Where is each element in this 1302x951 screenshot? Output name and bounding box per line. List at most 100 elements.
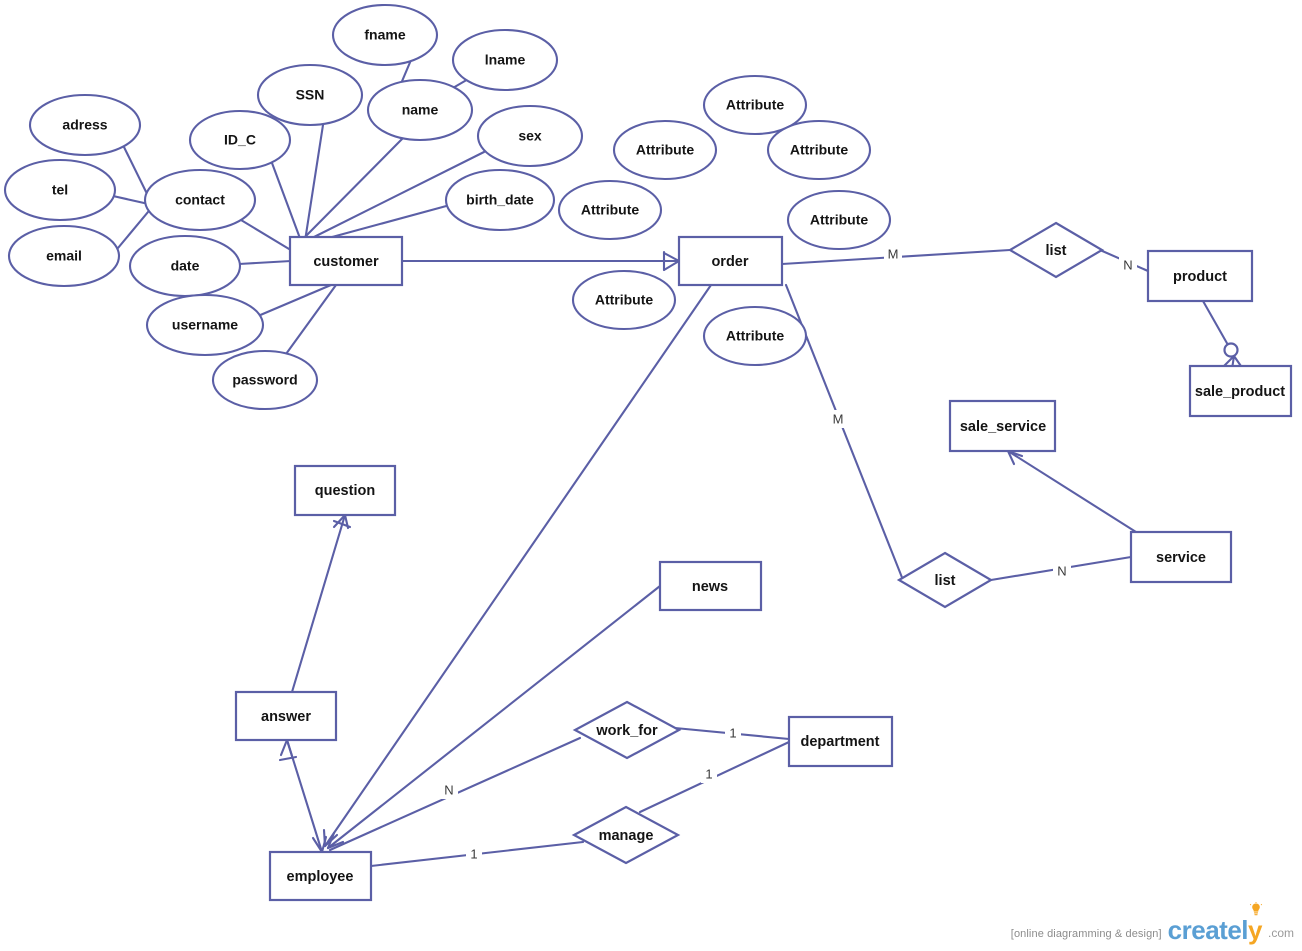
entity-order[interactable]: order <box>677 235 784 287</box>
er-diagram-svg: fname lname SSN name sex ID_C adress tel… <box>3 3 1293 902</box>
entity-label: sale_product <box>1195 384 1285 400</box>
attribute-label: Attribute <box>636 142 695 158</box>
entity-label: service <box>1156 550 1206 566</box>
attribute-generic-7[interactable]: Attribute <box>702 305 808 367</box>
attribute-label: fname <box>364 27 405 43</box>
attribute-label: Attribute <box>581 202 640 218</box>
attribute-label: lname <box>485 52 526 68</box>
cardinality-label: N <box>1057 563 1066 578</box>
cardinality-label: 1 <box>470 846 477 861</box>
lightbulb-icon <box>1249 902 1263 916</box>
edge-layer <box>111 58 1245 868</box>
attribute-generic-1[interactable]: Attribute <box>557 179 663 241</box>
attribute-label: Attribute <box>595 292 654 308</box>
entity-product[interactable]: product <box>1146 249 1254 303</box>
attribute-ssn[interactable]: SSN <box>256 63 364 127</box>
edge-product-saleproduct[interactable] <box>1201 299 1230 347</box>
relationship-label: work_for <box>595 723 658 739</box>
relationship-list-service[interactable]: list <box>896 551 994 609</box>
entity-service[interactable]: service <box>1129 530 1233 584</box>
cardinality-label: N <box>444 782 453 797</box>
relationship-list-product[interactable]: list <box>1007 221 1105 279</box>
creately-watermark: [online diagramming & design] creately .… <box>1011 902 1294 945</box>
attribute-generic-2[interactable]: Attribute <box>612 119 718 181</box>
entity-sale-service[interactable]: sale_service <box>948 399 1057 453</box>
edge-contact-customer[interactable] <box>239 218 296 254</box>
entity-question[interactable]: question <box>293 464 397 517</box>
edge-email-junction[interactable] <box>116 204 155 250</box>
cardinality-label: M <box>888 246 899 261</box>
entity-label: question <box>315 483 375 499</box>
relationship-work-for[interactable]: work_for <box>572 700 682 760</box>
cardinality-employee-manage: 1 <box>466 845 482 863</box>
watermark-brand-part2: y <box>1248 915 1262 945</box>
attribute-password[interactable]: password <box>211 349 319 411</box>
cardinality-order-list-service: M <box>829 410 847 428</box>
cardinality-list-product-n: N <box>1119 256 1137 274</box>
attribute-label: tel <box>52 182 68 198</box>
attribute-label: date <box>171 258 200 274</box>
attribute-label: contact <box>175 192 225 208</box>
entity-employee[interactable]: employee <box>268 850 373 902</box>
edge-date-customer[interactable] <box>237 259 293 266</box>
watermark-brand: creately <box>1167 902 1262 945</box>
entity-label: news <box>692 579 728 595</box>
zero-or-many-circle-icon <box>1223 342 1239 358</box>
entity-answer[interactable]: answer <box>234 690 338 742</box>
attribute-label: email <box>46 248 82 264</box>
watermark-brand-part1: createl <box>1167 915 1249 945</box>
cardinality-manage-department: 1 <box>701 765 717 783</box>
watermark-suffix: .com <box>1267 926 1294 940</box>
relationship-label: list <box>935 573 956 589</box>
attribute-generic-6[interactable]: Attribute <box>571 269 677 331</box>
attribute-tel[interactable]: tel <box>3 158 117 222</box>
relationship-label: list <box>1046 243 1067 259</box>
attribute-fname[interactable]: fname <box>331 3 439 67</box>
attribute-generic-5[interactable]: Attribute <box>786 189 892 251</box>
edge-question-answer[interactable] <box>290 513 347 694</box>
cardinality-label: 1 <box>705 766 712 781</box>
entity-label: order <box>711 254 748 270</box>
attribute-label: birth_date <box>466 192 534 208</box>
edge-answer-employee-crow-a <box>279 738 289 757</box>
edge-ssn-customer[interactable] <box>303 123 325 243</box>
edge-username-customer[interactable] <box>256 283 333 318</box>
entity-news[interactable]: news <box>658 560 763 612</box>
cardinality-order-list-product: M <box>884 245 902 263</box>
entity-sale-product[interactable]: sale_product <box>1188 364 1293 418</box>
attribute-adress[interactable]: adress <box>28 93 142 157</box>
attribute-layer: fname lname SSN name sex ID_C adress tel… <box>3 3 892 411</box>
edge-order-employee[interactable] <box>323 283 713 848</box>
attribute-lname[interactable]: lname <box>451 28 559 92</box>
attribute-sex[interactable]: sex <box>476 104 584 168</box>
cardinality-list-service-n: N <box>1053 562 1071 580</box>
entity-label: product <box>1173 269 1227 285</box>
attribute-label: Attribute <box>810 212 869 228</box>
attribute-username[interactable]: username <box>145 293 265 357</box>
attribute-birth-date[interactable]: birth_date <box>444 168 556 232</box>
attribute-id-c[interactable]: ID_C <box>188 109 292 171</box>
attribute-contact[interactable]: contact <box>143 168 257 232</box>
attribute-label: password <box>232 372 297 388</box>
entity-department[interactable]: department <box>787 715 894 768</box>
edge-customer-order-crow-b <box>662 259 681 272</box>
relationship-manage[interactable]: manage <box>571 805 681 865</box>
cardinality-label: 1 <box>729 725 736 740</box>
attribute-label: Attribute <box>790 142 849 158</box>
attribute-generic-4[interactable]: Attribute <box>766 119 872 181</box>
cardinality-workfor-department: 1 <box>725 724 741 742</box>
edge-password-customer[interactable] <box>284 283 338 356</box>
cardinality-label: N <box>1123 257 1132 272</box>
entity-customer[interactable]: customer <box>288 235 404 287</box>
attribute-name[interactable]: name <box>366 78 474 142</box>
entity-label: employee <box>287 869 354 885</box>
attribute-email[interactable]: email <box>7 224 121 288</box>
relationship-label: manage <box>599 828 654 844</box>
edge-idc-customer[interactable] <box>270 161 303 243</box>
edge-service-saleservice[interactable] <box>1006 449 1138 534</box>
attribute-date[interactable]: date <box>128 234 242 298</box>
attribute-label: Attribute <box>726 97 785 113</box>
cardinality-label: M <box>833 411 844 426</box>
edge-answer-employee-crow-b <box>285 738 294 758</box>
edge-name-customer[interactable] <box>297 135 406 245</box>
